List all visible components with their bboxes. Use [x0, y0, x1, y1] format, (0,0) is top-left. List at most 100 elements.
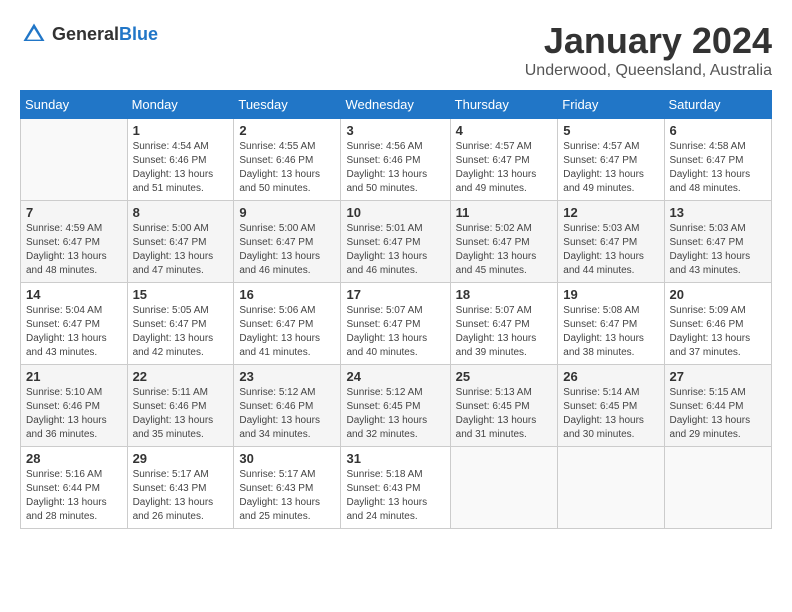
calendar-cell: 14 Sunrise: 5:04 AMSunset: 6:47 PMDayligh…: [21, 283, 128, 365]
calendar-cell: 18 Sunrise: 5:07 AMSunset: 6:47 PMDayligh…: [450, 283, 558, 365]
day-number: 11: [456, 205, 553, 220]
header-day-wednesday: Wednesday: [341, 91, 450, 119]
calendar-title: January 2024: [525, 20, 772, 62]
calendar-cell: 17 Sunrise: 5:07 AMSunset: 6:47 PMDayligh…: [341, 283, 450, 365]
day-info: Sunrise: 4:54 AMSunset: 6:46 PMDaylight:…: [133, 140, 229, 196]
day-info: Sunrise: 5:15 AMSunset: 6:44 PMDaylight:…: [670, 386, 766, 442]
header-day-tuesday: Tuesday: [234, 91, 341, 119]
day-number: 12: [563, 205, 658, 220]
day-info: Sunrise: 5:08 AMSunset: 6:47 PMDaylight:…: [563, 304, 658, 360]
calendar-week-2: 7Sunrise: 4:59 AMSunset: 6:47 PMDaylight…: [21, 201, 772, 283]
day-info: Sunrise: 4:57 AMSunset: 6:47 PMDaylight:…: [563, 140, 658, 196]
calendar-cell: 19 Sunrise: 5:08 AMSunset: 6:47 PMDayligh…: [558, 283, 664, 365]
calendar-cell: 4 Sunrise: 4:57 AMSunset: 6:47 PMDaylight…: [450, 119, 558, 201]
day-info: Sunrise: 5:00 AMSunset: 6:47 PMDaylight:…: [239, 222, 335, 278]
day-number: 8: [133, 205, 229, 220]
day-number: 25: [456, 369, 553, 384]
title-block: January 2024 Underwood, Queensland, Aust…: [525, 20, 772, 80]
day-info: Sunrise: 5:01 AMSunset: 6:47 PMDaylight:…: [346, 222, 444, 278]
calendar-cell: 7Sunrise: 4:59 AMSunset: 6:47 PMDaylight…: [21, 201, 128, 283]
calendar-cell: 20Sunrise: 5:09 AMSunset: 6:46 PMDayligh…: [664, 283, 771, 365]
day-info: Sunrise: 5:09 AMSunset: 6:46 PMDaylight:…: [670, 304, 766, 360]
day-number: 19: [563, 287, 658, 302]
day-info: Sunrise: 4:59 AMSunset: 6:47 PMDaylight:…: [26, 222, 122, 278]
calendar-week-3: 14 Sunrise: 5:04 AMSunset: 6:47 PMDayligh…: [21, 283, 772, 365]
day-number: 6: [670, 123, 766, 138]
day-info: Sunrise: 4:57 AMSunset: 6:47 PMDaylight:…: [456, 140, 553, 196]
calendar-cell: 26Sunrise: 5:14 AMSunset: 6:45 PMDayligh…: [558, 365, 664, 447]
calendar-cell: 22 Sunrise: 5:11 AMSunset: 6:46 PMDayligh…: [127, 365, 234, 447]
day-info: Sunrise: 5:03 AMSunset: 6:47 PMDaylight:…: [670, 222, 766, 278]
day-info: Sunrise: 5:04 AMSunset: 6:47 PMDaylight:…: [26, 304, 122, 360]
calendar-cell: [558, 447, 664, 529]
day-number: 10: [346, 205, 444, 220]
calendar-header-row: SundayMondayTuesdayWednesdayThursdayFrid…: [21, 91, 772, 119]
day-number: 27: [670, 369, 766, 384]
calendar-cell: 25Sunrise: 5:13 AMSunset: 6:45 PMDayligh…: [450, 365, 558, 447]
calendar-cell: 1 Sunrise: 4:54 AMSunset: 6:46 PMDaylight…: [127, 119, 234, 201]
calendar-cell: 23 Sunrise: 5:12 AMSunset: 6:46 PMDayligh…: [234, 365, 341, 447]
calendar-cell: 15Sunrise: 5:05 AMSunset: 6:47 PMDayligh…: [127, 283, 234, 365]
header-day-thursday: Thursday: [450, 91, 558, 119]
calendar-cell: 31Sunrise: 5:18 AMSunset: 6:43 PMDayligh…: [341, 447, 450, 529]
day-info: Sunrise: 5:07 AMSunset: 6:47 PMDaylight:…: [346, 304, 444, 360]
calendar-week-5: 28Sunrise: 5:16 AMSunset: 6:44 PMDayligh…: [21, 447, 772, 529]
header-day-monday: Monday: [127, 91, 234, 119]
day-info: Sunrise: 5:10 AMSunset: 6:46 PMDaylight:…: [26, 386, 122, 442]
calendar-table: SundayMondayTuesdayWednesdayThursdayFrid…: [20, 90, 772, 529]
day-number: 22: [133, 369, 229, 384]
logo: GeneralBlue: [20, 20, 158, 48]
day-number: 30: [239, 451, 335, 466]
calendar-cell: 27 Sunrise: 5:15 AMSunset: 6:44 PMDayligh…: [664, 365, 771, 447]
day-info: Sunrise: 5:14 AMSunset: 6:45 PMDaylight:…: [563, 386, 658, 442]
day-number: 31: [346, 451, 444, 466]
page-header: GeneralBlue January 2024 Underwood, Quee…: [20, 20, 772, 80]
header-day-saturday: Saturday: [664, 91, 771, 119]
day-number: 21: [26, 369, 122, 384]
day-info: Sunrise: 5:07 AMSunset: 6:47 PMDaylight:…: [456, 304, 553, 360]
calendar-cell: 11 Sunrise: 5:02 AMSunset: 6:47 PMDayligh…: [450, 201, 558, 283]
day-number: 5: [563, 123, 658, 138]
calendar-cell: 30 Sunrise: 5:17 AMSunset: 6:43 PMDayligh…: [234, 447, 341, 529]
day-number: 16: [239, 287, 335, 302]
logo-text: GeneralBlue: [52, 24, 158, 45]
day-number: 1: [133, 123, 229, 138]
logo-icon: [20, 20, 48, 48]
day-number: 2: [239, 123, 335, 138]
day-number: 4: [456, 123, 553, 138]
calendar-cell: [21, 119, 128, 201]
calendar-cell: 9Sunrise: 5:00 AMSunset: 6:47 PMDaylight…: [234, 201, 341, 283]
day-info: Sunrise: 5:17 AMSunset: 6:43 PMDaylight:…: [239, 468, 335, 524]
day-info: Sunrise: 5:12 AMSunset: 6:45 PMDaylight:…: [346, 386, 444, 442]
day-info: Sunrise: 5:17 AMSunset: 6:43 PMDaylight:…: [133, 468, 229, 524]
logo-general: General: [52, 24, 119, 44]
calendar-cell: 13 Sunrise: 5:03 AMSunset: 6:47 PMDayligh…: [664, 201, 771, 283]
day-info: Sunrise: 5:03 AMSunset: 6:47 PMDaylight:…: [563, 222, 658, 278]
header-day-friday: Friday: [558, 91, 664, 119]
day-number: 28: [26, 451, 122, 466]
day-info: Sunrise: 5:05 AMSunset: 6:47 PMDaylight:…: [133, 304, 229, 360]
day-number: 14: [26, 287, 122, 302]
day-info: Sunrise: 5:06 AMSunset: 6:47 PMDaylight:…: [239, 304, 335, 360]
day-info: Sunrise: 5:11 AMSunset: 6:46 PMDaylight:…: [133, 386, 229, 442]
day-info: Sunrise: 5:02 AMSunset: 6:47 PMDaylight:…: [456, 222, 553, 278]
day-info: Sunrise: 5:12 AMSunset: 6:46 PMDaylight:…: [239, 386, 335, 442]
day-number: 18: [456, 287, 553, 302]
header-day-sunday: Sunday: [21, 91, 128, 119]
day-number: 24: [346, 369, 444, 384]
day-number: 23: [239, 369, 335, 384]
logo-blue: Blue: [119, 24, 158, 44]
calendar-cell: 24 Sunrise: 5:12 AMSunset: 6:45 PMDayligh…: [341, 365, 450, 447]
day-number: 13: [670, 205, 766, 220]
calendar-cell: 2 Sunrise: 4:55 AMSunset: 6:46 PMDaylight…: [234, 119, 341, 201]
day-info: Sunrise: 4:55 AMSunset: 6:46 PMDaylight:…: [239, 140, 335, 196]
calendar-cell: 21 Sunrise: 5:10 AMSunset: 6:46 PMDayligh…: [21, 365, 128, 447]
calendar-cell: 12 Sunrise: 5:03 AMSunset: 6:47 PMDayligh…: [558, 201, 664, 283]
calendar-cell: 10 Sunrise: 5:01 AMSunset: 6:47 PMDayligh…: [341, 201, 450, 283]
calendar-cell: 8Sunrise: 5:00 AMSunset: 6:47 PMDaylight…: [127, 201, 234, 283]
day-number: 29: [133, 451, 229, 466]
calendar-cell: 3Sunrise: 4:56 AMSunset: 6:46 PMDaylight…: [341, 119, 450, 201]
day-number: 17: [346, 287, 444, 302]
day-number: 3: [346, 123, 444, 138]
calendar-cell: [450, 447, 558, 529]
